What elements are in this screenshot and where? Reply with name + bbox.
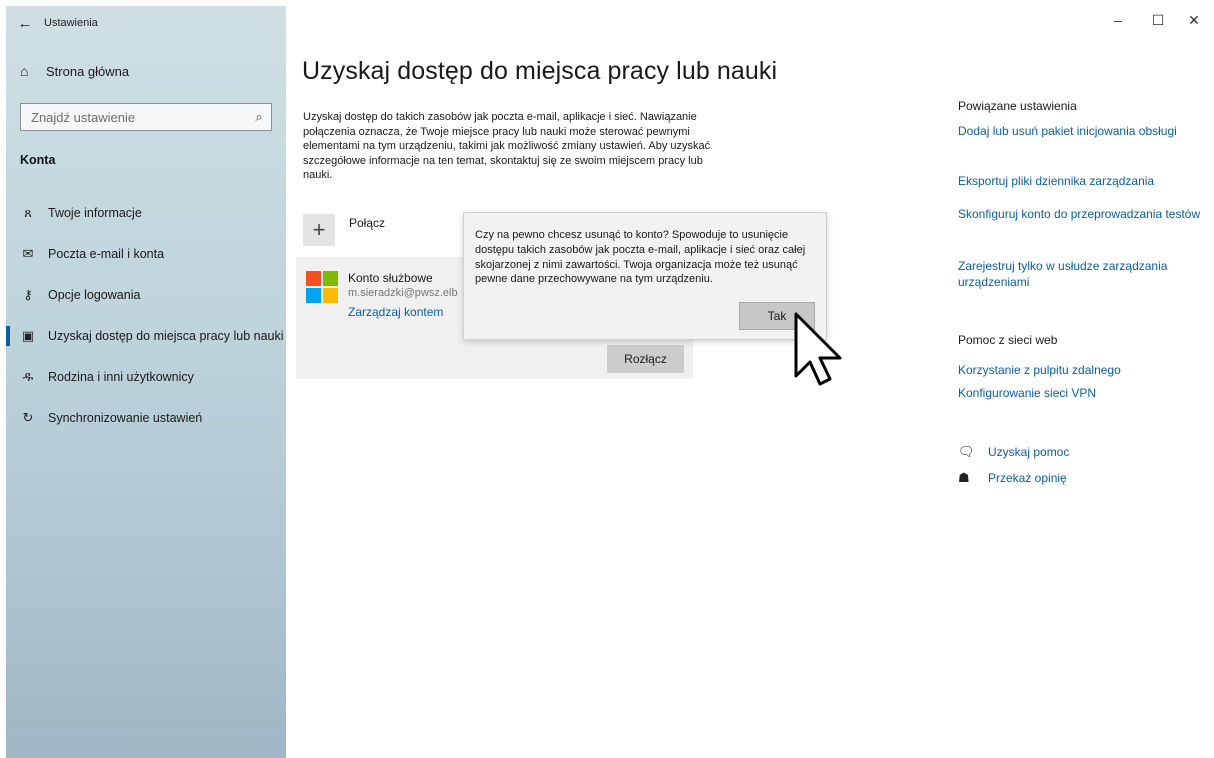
settings-window: ← Ustawienia ⌂ Strona główna Znajdź usta… [0, 0, 1214, 758]
search-icon[interactable]: ⌕ [247, 109, 271, 125]
remote-desktop-link[interactable]: Korzystanie z pulpitu zdalnego [958, 362, 1203, 378]
plus-icon: + [303, 214, 335, 246]
dialog-message: Czy na pewno chcesz usunąć to konto? Spo… [475, 229, 806, 286]
sidebar-item-label: Poczta e-mail i konta [48, 246, 165, 261]
add-person-icon: ዱ [22, 368, 34, 384]
sidebar-item-family-users[interactable]: ዱ Rodzina i inni użytkownicy [6, 356, 286, 397]
mouse-cursor-icon [794, 312, 842, 386]
get-help-link[interactable]: 🗨 Uzyskaj pomoc [958, 444, 1069, 460]
person-card-icon: ጸ [24, 204, 32, 220]
home-icon: ⌂ [20, 63, 29, 79]
export-logs-link[interactable]: Eksportuj pliki dziennika zarządzania [958, 173, 1203, 189]
help-chat-icon: 🗨 [958, 444, 975, 459]
web-help-heading: Pomoc z sieci web [958, 333, 1058, 347]
maximize-button[interactable]: ☐ [1138, 12, 1178, 29]
mdm-enroll-link[interactable]: Zarejestruj tylko w usłudze zarządzania … [958, 258, 1203, 290]
sidebar-item-label: Opcje logowania [48, 287, 141, 302]
home-label: Strona główna [46, 63, 130, 79]
vpn-setup-link[interactable]: Konfigurowanie sieci VPN [958, 385, 1203, 401]
briefcase-icon: ▣ [21, 327, 35, 343]
test-account-link[interactable]: Skonfiguruj konto do przeprowadzania tes… [958, 206, 1203, 222]
sidebar-item-label: Twoje informacje [48, 205, 142, 220]
mail-icon: ✉ [22, 245, 34, 261]
manage-account-link[interactable]: Zarządzaj kontem [348, 305, 443, 319]
app-title: Ustawienia [44, 17, 98, 29]
sidebar-item-sync-settings[interactable]: ↻ Synchronizowanie ustawień [6, 397, 286, 438]
connect-label: Połącz [349, 216, 386, 230]
sidebar-item-sign-in-options[interactable]: ⚷ Opcje logowania [6, 274, 286, 315]
search-box[interactable]: Znajdź ustawienie ⌕ [20, 103, 272, 131]
title-bar: ← Ustawienia [6, 6, 286, 40]
sidebar-item-your-info[interactable]: ጸ Twoje informacje [6, 192, 286, 233]
sidebar-nav: ጸ Twoje informacje ✉ Poczta e-mail i kon… [6, 192, 286, 438]
related-settings-heading: Powiązane ustawienia [958, 99, 1077, 113]
sidebar-item-label: Synchronizowanie ustawień [48, 410, 203, 425]
get-help-label: Uzyskaj pomoc [988, 445, 1070, 459]
home-link[interactable]: ⌂ Strona główna [20, 63, 129, 79]
sidebar-item-label: Uzyskaj dostęp do miejsca pracy lub nauk… [48, 328, 284, 343]
sidebar-item-access-work-school[interactable]: ▣ Uzyskaj dostęp do miejsca pracy lub na… [6, 315, 286, 356]
search-input[interactable]: Znajdź ustawienie [21, 110, 247, 125]
section-title: Konta [20, 153, 56, 167]
sync-icon: ↻ [22, 409, 34, 425]
disconnect-button[interactable]: Rozłącz [607, 345, 684, 373]
sidebar-item-email-accounts[interactable]: ✉ Poczta e-mail i konta [6, 233, 286, 274]
microsoft-logo-icon [306, 271, 338, 303]
page-title: Uzyskaj dostęp do miejsca pracy lub nauk… [302, 57, 778, 85]
confirm-remove-dialog: Czy na pewno chcesz usunąć to konto? Spo… [463, 212, 827, 340]
account-email: m.sieradzki@pwsz.elb [348, 287, 458, 299]
minimize-button[interactable]: – [1098, 12, 1138, 28]
back-arrow-icon[interactable]: ← [6, 15, 44, 32]
connect-button[interactable]: + Połącz [303, 214, 385, 246]
account-name: Konto służbowe [348, 271, 433, 285]
intro-text: Uzyskaj dostęp do takich zasobów jak poc… [303, 111, 711, 182]
close-button[interactable]: ✕ [1174, 12, 1214, 29]
sidebar: ← Ustawienia ⌂ Strona główna Znajdź usta… [6, 6, 286, 758]
feedback-icon: ☗ [958, 470, 970, 485]
provisioning-package-link[interactable]: Dodaj lub usuń pakiet inicjowania obsług… [958, 123, 1203, 139]
sidebar-item-label: Rodzina i inni użytkownicy [48, 369, 194, 384]
feedback-label: Przekaż opinię [988, 471, 1067, 485]
feedback-link[interactable]: ☗ Przekaż opinię [958, 470, 1067, 486]
key-icon: ⚷ [23, 286, 33, 302]
